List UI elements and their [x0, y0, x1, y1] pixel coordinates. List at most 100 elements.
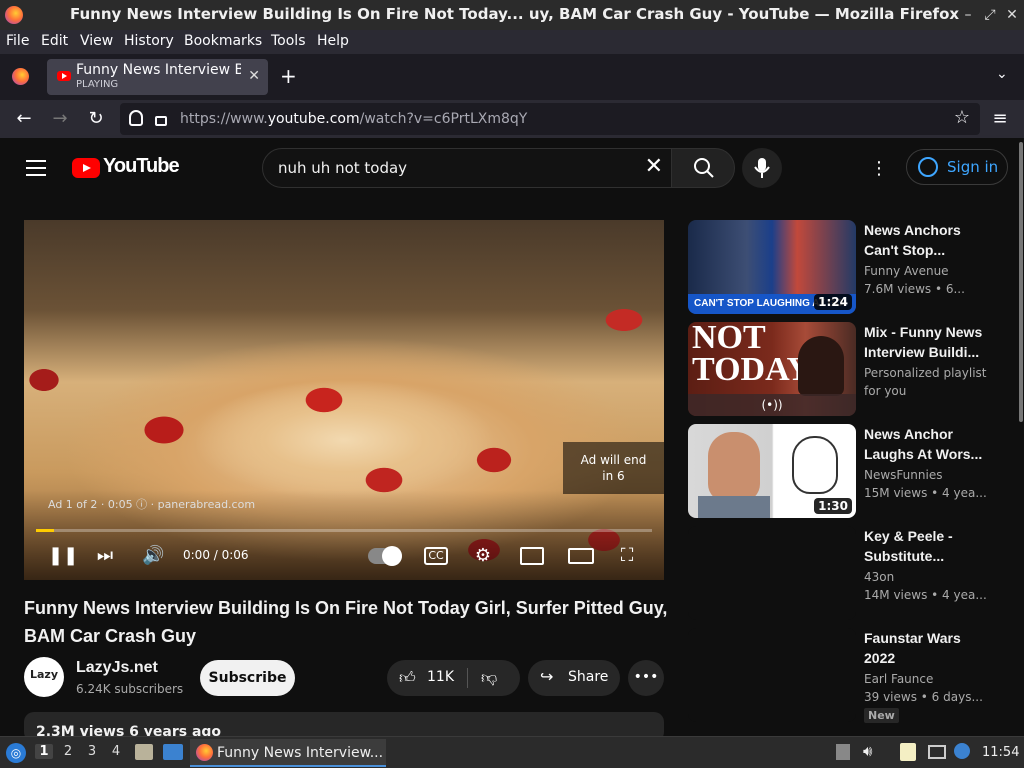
url-bar[interactable]: https://www.youtube.com/watch?v=c6PrtLXm… [120, 103, 980, 135]
like-count[interactable]: 11K [427, 669, 454, 685]
channel-name[interactable]: LazyJs.net [76, 659, 158, 677]
recommendation-thumbnail[interactable]: NOT TODAY (•)) [688, 322, 856, 416]
volume-icon[interactable]: 🔊 [142, 545, 164, 567]
window-title: Funny News Interview Building Is On Fire… [70, 5, 960, 23]
recommendation-item[interactable]: Faunstar Wars 2022 Earl Faunce 39 views … [688, 628, 1018, 724]
restore-icon[interactable]: ⤢ [982, 7, 998, 23]
list-tabs-icon[interactable]: ⌄ [996, 66, 1008, 82]
menu-history[interactable]: History [124, 33, 174, 49]
recommendation-thumbnail[interactable] [688, 628, 856, 722]
ad-countdown-line2: in 6 [602, 469, 625, 483]
recommendation-thumbnail[interactable]: 1:30 [688, 424, 856, 518]
search-input[interactable]: nuh uh not today ✕ [262, 148, 672, 188]
taskbar-window-label: Funny News Interview... [217, 745, 384, 761]
fullscreen-icon[interactable]: ⛶ [616, 545, 638, 567]
progress-bar[interactable] [36, 529, 652, 532]
minimize-icon[interactable]: – [960, 7, 976, 23]
firefox-view-icon[interactable] [12, 68, 29, 85]
recommendation-item[interactable]: CAN'T STOP LAUGHING AT GO/ 1:24 News Anc… [688, 220, 1018, 316]
workspace-3[interactable]: 3 [83, 744, 101, 759]
recommendation-thumbnail[interactable] [688, 526, 856, 620]
recommendation-title[interactable]: News Anchor Laughs At Wors... [864, 424, 984, 464]
back-icon[interactable]: ← [13, 108, 35, 130]
menu-file[interactable]: File [6, 33, 29, 49]
workspace-4[interactable]: 4 [107, 744, 125, 759]
taskbar-firefox-window[interactable]: Funny News Interview... [190, 739, 386, 767]
ad-countdown-line1: Ad will end [580, 453, 647, 467]
guide-menu-icon[interactable] [26, 160, 46, 176]
recommendation-meta: 39 views • 6 days... [864, 690, 983, 704]
recommendation-item[interactable]: Key & Peele - Substitute... 43on 14M vie… [688, 526, 1018, 622]
dislike-icon[interactable]: 👎︎ [481, 668, 497, 688]
bookmark-star-icon[interactable]: ☆ [954, 107, 970, 128]
recommendation-title[interactable]: Mix - Funny News Interview Buildi... [864, 322, 984, 362]
tab-youtube[interactable]: Funny News Interview Bu PLAYING ✕ [47, 59, 268, 95]
search-icon [694, 158, 714, 178]
volume-tray-icon[interactable]: 🔊︎ [863, 742, 872, 760]
recommendation-title[interactable]: Key & Peele - Substitute... [864, 526, 984, 566]
next-icon[interactable]: ⏭ [94, 545, 116, 567]
recommendation-channel: Personalized playlist [864, 366, 987, 380]
recommendation-title[interactable]: Faunstar Wars 2022 [864, 628, 984, 668]
theater-mode-icon[interactable] [568, 548, 594, 564]
reload-icon[interactable]: ↻ [85, 108, 107, 130]
tray-indicator-icon[interactable] [836, 744, 850, 760]
recommendation-title[interactable]: News Anchors Can't Stop... [864, 220, 984, 260]
clock[interactable]: 11:54 [982, 745, 1019, 760]
recommendation-item[interactable]: NOT TODAY (•)) Mix - Funny News Intervie… [688, 322, 1018, 418]
like-dislike-group: 👍︎ 11K 👎︎ [387, 660, 520, 696]
network-icon[interactable] [928, 745, 946, 759]
clear-search-icon[interactable]: ✕ [645, 154, 663, 179]
workspace-1[interactable]: 1 [35, 744, 53, 759]
recommendation-meta: 14M views • 4 yea... [864, 588, 987, 602]
ad-info[interactable]: Ad 1 of 2 · 0:05 ⓘ · panerabread.com [48, 496, 255, 512]
recommendation-channel[interactable]: 43on [864, 570, 894, 584]
autoplay-toggle[interactable] [368, 546, 402, 566]
menu-bookmarks[interactable]: Bookmarks [184, 33, 262, 49]
menu-edit[interactable]: Edit [41, 33, 68, 49]
channel-avatar-text: Lazy [29, 668, 58, 681]
app-menu-icon[interactable]: ≡ [989, 108, 1011, 130]
start-menu-icon[interactable]: ◎ [6, 743, 26, 763]
menu-help[interactable]: Help [317, 33, 349, 49]
clipboard-icon[interactable] [900, 743, 916, 761]
channel-avatar[interactable]: Lazy [24, 657, 64, 697]
youtube-logo-text[interactable]: YouTube [103, 155, 180, 178]
more-actions-button[interactable]: ••• [628, 660, 664, 696]
youtube-logo-icon[interactable] [72, 158, 100, 178]
menu-tools[interactable]: Tools [271, 33, 306, 49]
like-icon[interactable]: 👍︎ [399, 668, 416, 688]
sign-in-button[interactable]: Sign in [906, 149, 1008, 185]
share-button[interactable]: ↪ Share [528, 660, 620, 696]
close-tab-icon[interactable]: ✕ [248, 68, 260, 84]
recommendation-item[interactable]: 1:30 News Anchor Laughs At Wors... NewsF… [688, 424, 1018, 520]
close-window-icon[interactable]: ✕ [1004, 7, 1020, 23]
video-player[interactable]: Ad 1 of 2 · 0:05 ⓘ · panerabread.com Ad … [24, 220, 664, 580]
like-divider [467, 668, 468, 688]
tracking-protection-icon[interactable] [129, 110, 143, 126]
menu-view[interactable]: View [80, 33, 113, 49]
thumbnail-caption: NOT TODAY [692, 322, 812, 388]
recommendation-thumbnail[interactable]: CAN'T STOP LAUGHING AT GO/ 1:24 [688, 220, 856, 314]
recommendation-channel[interactable]: Funny Avenue [864, 264, 949, 278]
settings-kebab-icon[interactable]: ⋮ [870, 158, 888, 179]
thumbnail-shirt [698, 496, 770, 518]
miniplayer-icon[interactable] [520, 547, 544, 565]
workspace-2[interactable]: 2 [59, 744, 77, 759]
file-manager-icon[interactable] [135, 744, 153, 760]
pause-icon[interactable]: ❚❚ [48, 545, 78, 567]
desktop-icon[interactable] [163, 744, 183, 760]
page-scrollbar[interactable] [1018, 138, 1024, 736]
subscribe-button[interactable]: Subscribe [200, 660, 295, 696]
updates-icon[interactable] [954, 743, 970, 759]
scrollbar-thumb[interactable] [1019, 142, 1023, 422]
settings-gear-icon[interactable]: ⚙ [472, 545, 494, 567]
lock-icon[interactable] [155, 116, 167, 126]
voice-search-button[interactable] [742, 148, 782, 188]
search-button[interactable] [671, 148, 735, 188]
new-tab-icon[interactable]: + [280, 64, 297, 88]
recommendation-channel[interactable]: Earl Faunce [864, 672, 933, 686]
captions-icon[interactable]: CC [424, 547, 448, 565]
recommendation-channel[interactable]: NewsFunnies [864, 468, 942, 482]
forward-icon[interactable]: → [49, 108, 71, 130]
